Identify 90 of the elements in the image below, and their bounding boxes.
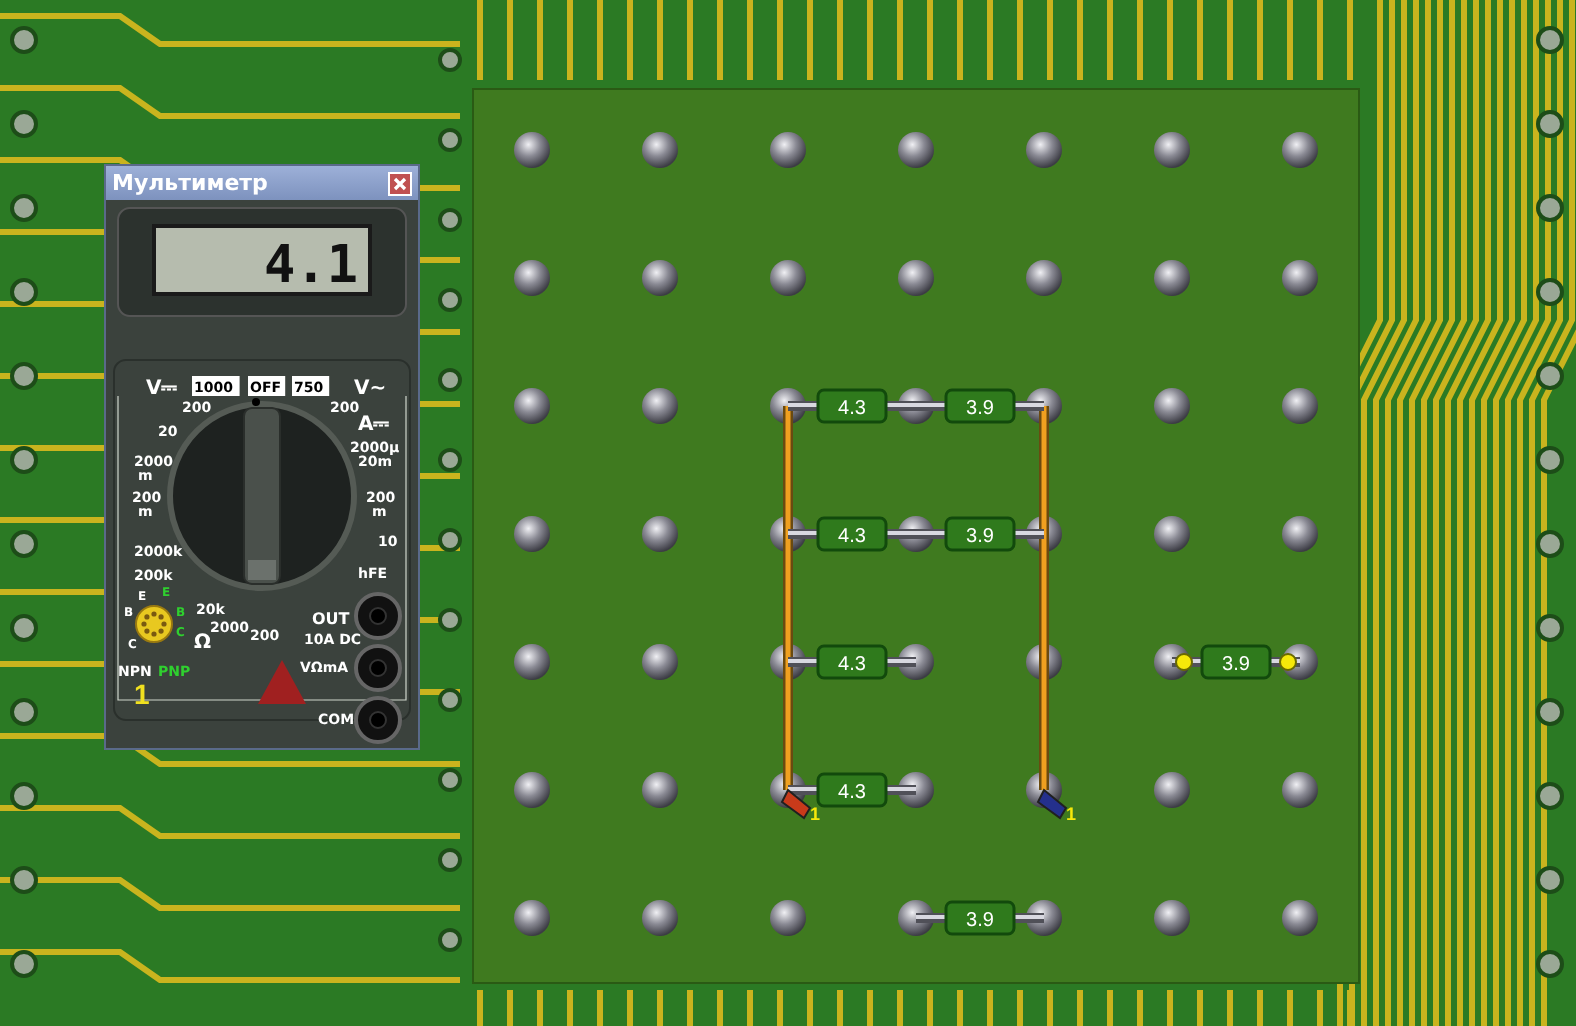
solder-pad [438, 208, 462, 232]
solder-pad [1536, 530, 1564, 558]
dial-label: OUT [312, 610, 350, 628]
pin[interactable] [898, 772, 934, 808]
pin[interactable] [642, 772, 678, 808]
solder-pad [10, 278, 38, 306]
pin[interactable] [770, 644, 806, 680]
pin[interactable] [514, 772, 550, 808]
solder-pad [438, 448, 462, 472]
pin[interactable] [514, 388, 550, 424]
pin[interactable] [642, 388, 678, 424]
solder-pad [1536, 698, 1564, 726]
solder-pad [1536, 110, 1564, 138]
pin[interactable] [642, 132, 678, 168]
solder-pad [1536, 278, 1564, 306]
pin[interactable] [1026, 900, 1062, 936]
solder-pad [10, 614, 38, 642]
solder-pad [438, 848, 462, 872]
dial-label: V~ [354, 378, 387, 400]
pin[interactable] [1026, 132, 1062, 168]
solder-pad [10, 110, 38, 138]
pin[interactable] [898, 900, 934, 936]
pin[interactable] [898, 516, 934, 552]
solder-pad [438, 688, 462, 712]
dial-label: V⎓ [146, 378, 178, 400]
transistor-socket-icon [135, 605, 173, 643]
solder-pad [1536, 614, 1564, 642]
pin[interactable] [1154, 132, 1190, 168]
pin[interactable] [514, 900, 550, 936]
pin[interactable] [1154, 516, 1190, 552]
pin[interactable] [1282, 388, 1318, 424]
pin[interactable] [770, 388, 806, 424]
solder-pad [1536, 446, 1564, 474]
pin[interactable] [642, 260, 678, 296]
pin[interactable] [898, 388, 934, 424]
solder-pad [438, 368, 462, 392]
pin[interactable] [1282, 132, 1318, 168]
pin[interactable] [770, 132, 806, 168]
solder-pad [438, 128, 462, 152]
pin[interactable] [1154, 772, 1190, 808]
dial-label: A⎓ [358, 414, 390, 436]
pin[interactable] [898, 644, 934, 680]
pin[interactable] [1026, 644, 1062, 680]
solder-pad [438, 288, 462, 312]
pin[interactable] [514, 516, 550, 552]
pin[interactable] [514, 132, 550, 168]
pin[interactable] [642, 900, 678, 936]
pin[interactable] [770, 900, 806, 936]
pin[interactable] [898, 132, 934, 168]
pin[interactable] [1282, 260, 1318, 296]
solder-pad [438, 608, 462, 632]
pin[interactable] [898, 260, 934, 296]
pin[interactable] [1154, 900, 1190, 936]
solder-pad [1536, 866, 1564, 894]
solder-pad [10, 698, 38, 726]
pin[interactable] [1026, 388, 1062, 424]
solder-pad [10, 782, 38, 810]
pin[interactable] [1282, 900, 1318, 936]
solder-pad [10, 362, 38, 390]
solder-pad [10, 446, 38, 474]
pin[interactable] [1154, 260, 1190, 296]
solder-pad [1536, 194, 1564, 222]
solder-pad [1536, 362, 1564, 390]
pin[interactable] [642, 644, 678, 680]
close-icon[interactable] [388, 171, 412, 195]
solder-pad [10, 530, 38, 558]
solder-pad [10, 194, 38, 222]
solder-pad [10, 26, 38, 54]
dial-label: Ω [194, 632, 212, 654]
pin[interactable] [514, 644, 550, 680]
pin[interactable] [770, 260, 806, 296]
solder-pad [1536, 782, 1564, 810]
pin[interactable] [1282, 772, 1318, 808]
pin[interactable] [514, 260, 550, 296]
window-title: Мультиметр [112, 170, 268, 196]
solder-pad [438, 768, 462, 792]
solder-pad [1536, 26, 1564, 54]
pin[interactable] [1154, 388, 1190, 424]
pin[interactable] [642, 516, 678, 552]
solder-pad [1536, 950, 1564, 978]
pin[interactable] [1026, 260, 1062, 296]
lcd-display: 4.1 [152, 224, 372, 296]
pin[interactable] [770, 516, 806, 552]
channel-number: 1 [134, 678, 150, 710]
solder-pad [438, 528, 462, 552]
solder-pad [438, 48, 462, 72]
pin[interactable] [1282, 516, 1318, 552]
solder-pad [10, 866, 38, 894]
solder-pad [10, 950, 38, 978]
solder-pad [438, 928, 462, 952]
